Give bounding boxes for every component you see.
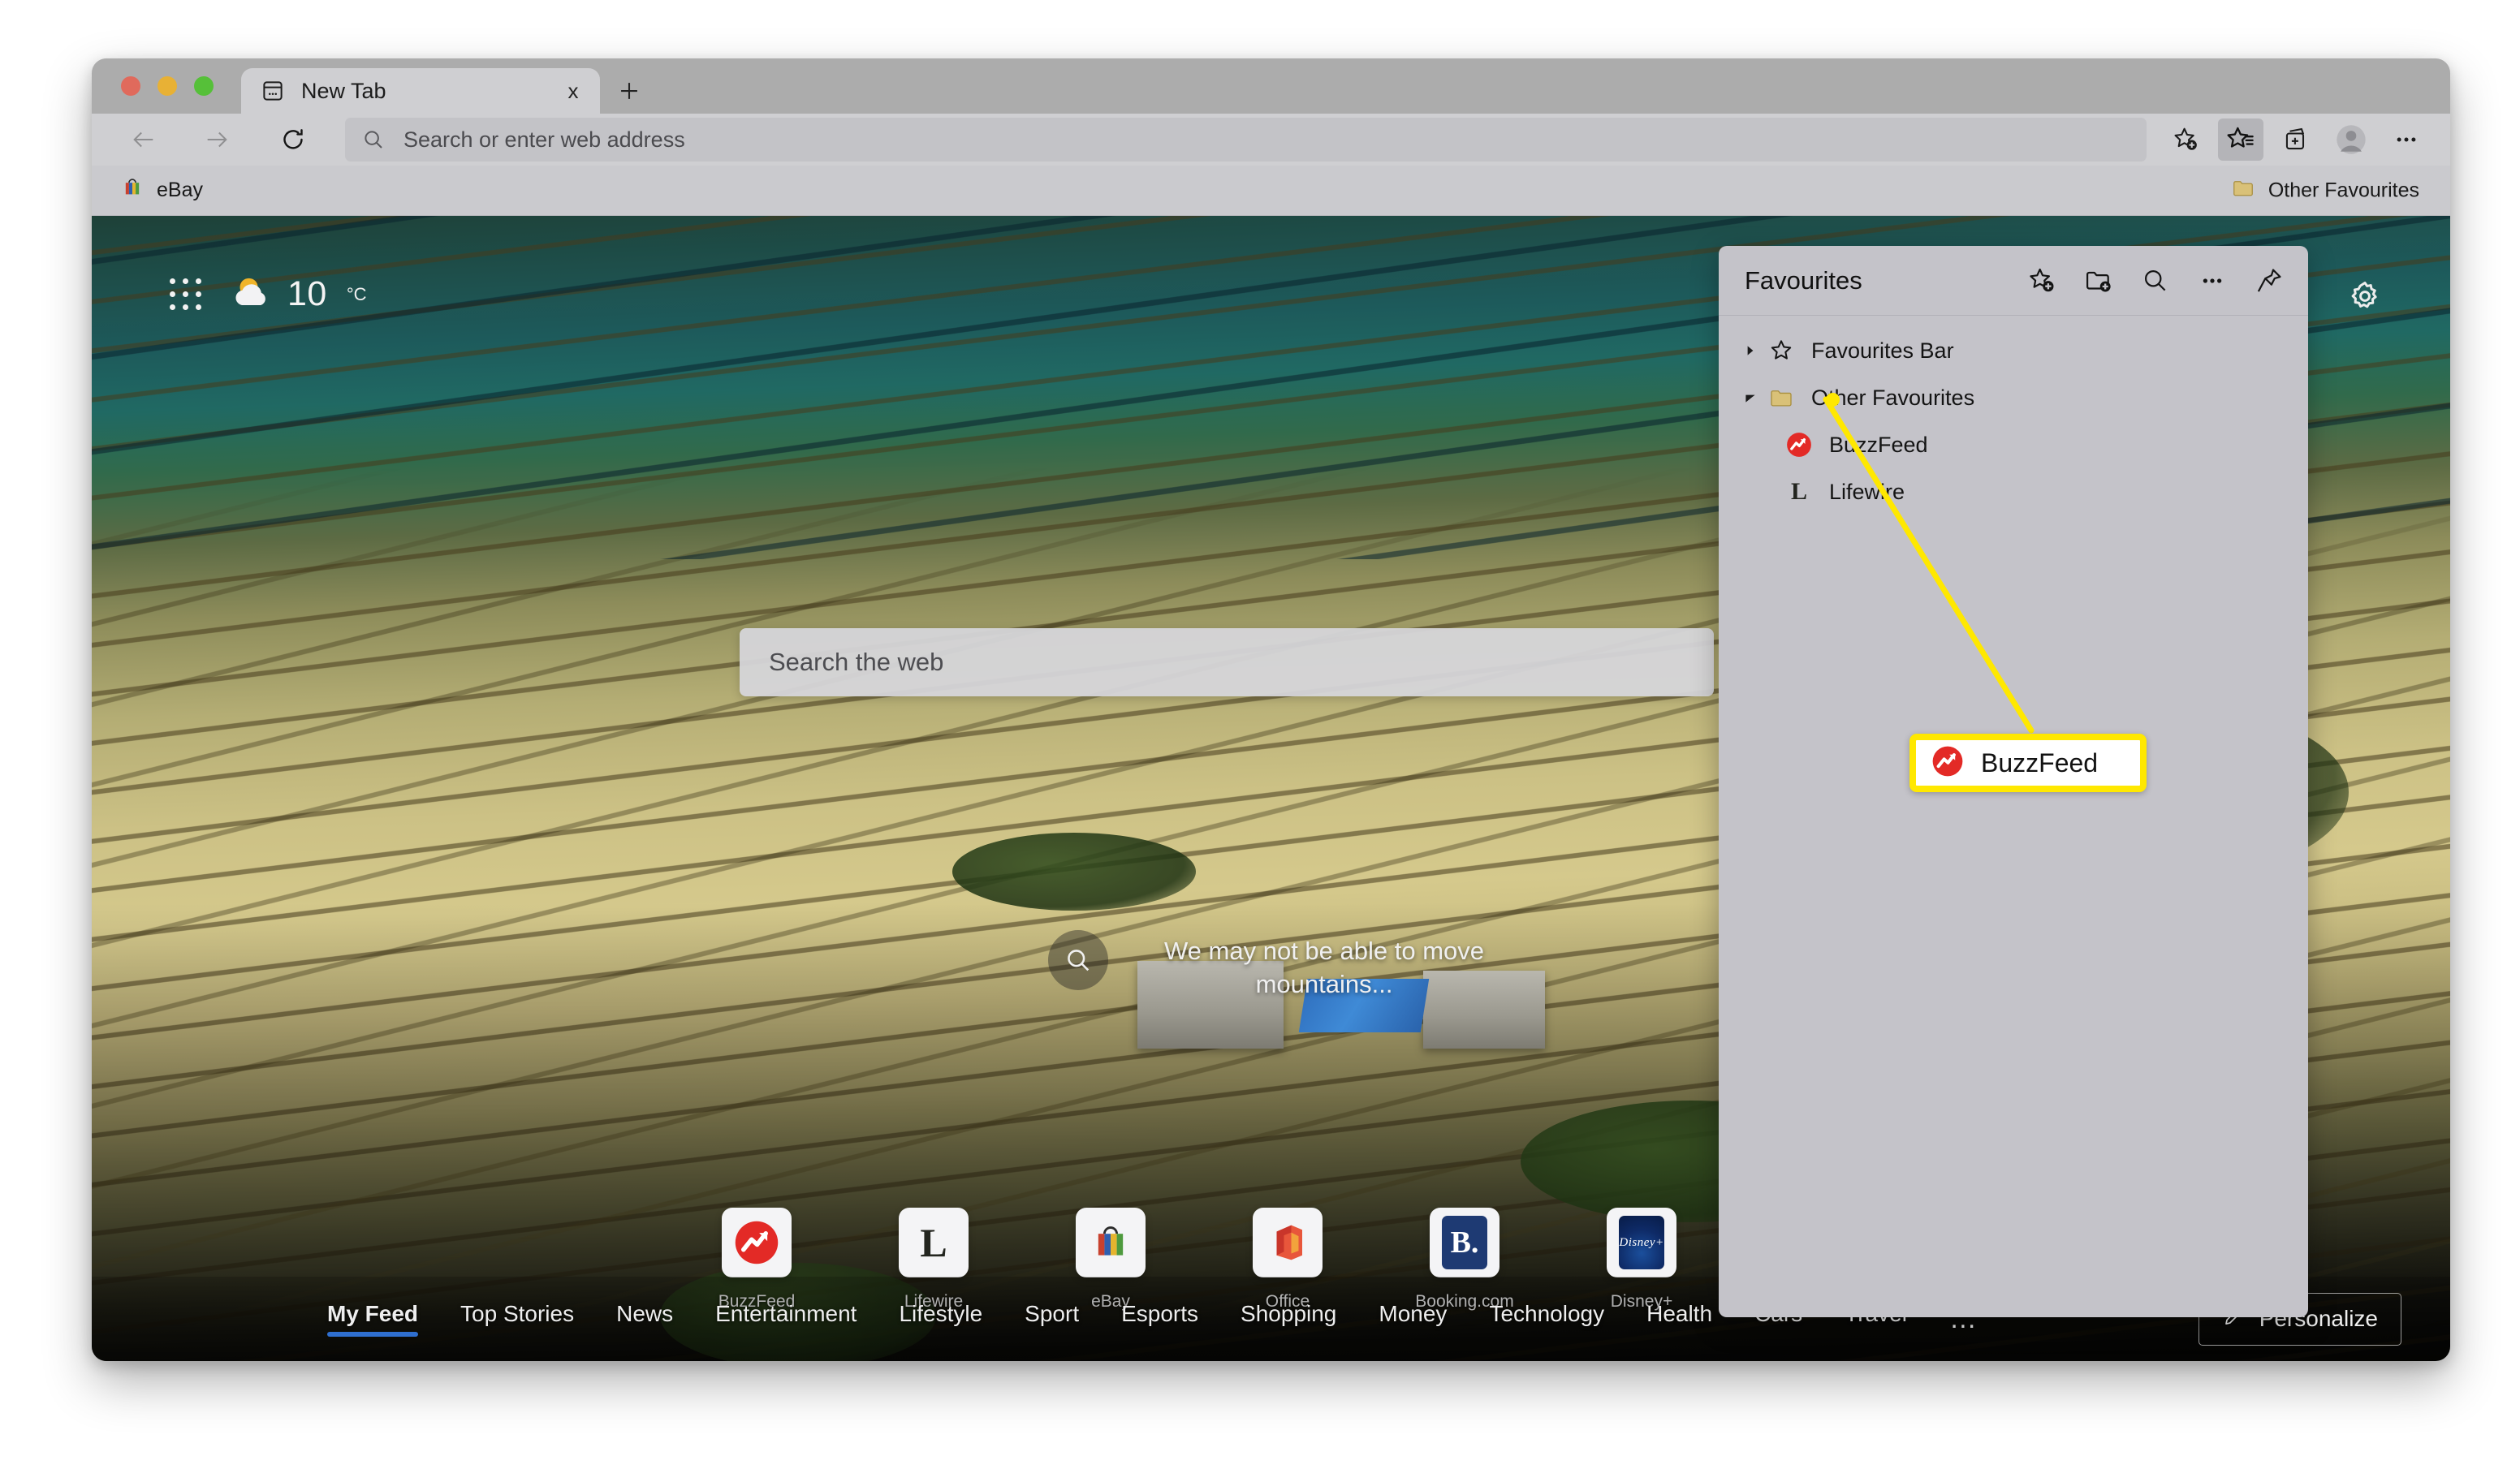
image-search-button[interactable] (1048, 930, 1108, 990)
favourites-tree-item-label: Lifewire (1829, 479, 1905, 504)
favourites-list-icon[interactable] (2218, 118, 2263, 161)
folder-icon (1764, 385, 1798, 411)
feed-tab-money[interactable]: Money (1379, 1301, 1447, 1337)
favourites-tree-item-lifewire[interactable]: L Lifewire (1719, 468, 2308, 515)
favourites-panel-header: Favourites (1719, 246, 2308, 316)
gear-icon[interactable] (2348, 279, 2382, 317)
favourites-panel-title: Favourites (1745, 265, 1862, 295)
bookmark-label: eBay (157, 179, 203, 201)
favourites-tree-item-favourites-bar[interactable]: Favourites Bar (1719, 327, 2308, 374)
feed-tab-technology[interactable]: Technology (1489, 1301, 1604, 1337)
buzzfeed-icon (735, 1221, 779, 1264)
browser-toolbar: Search or enter web address (92, 114, 2450, 166)
favourites-tree-item-buzzfeed[interactable]: BuzzFeed (1719, 421, 2308, 468)
favourites-tree-item-other-favourites[interactable]: Other Favourites (1719, 374, 2308, 421)
quote-line-1: We may not be able to move (1163, 937, 1485, 965)
favourites-tree-item-label: Favourites Bar (1811, 338, 1954, 363)
new-tab-button[interactable] (600, 68, 658, 114)
add-favourite-icon[interactable] (2024, 263, 2060, 299)
feed-tab-my-feed[interactable]: My Feed (327, 1301, 419, 1337)
pin-icon[interactable] (2251, 263, 2287, 299)
feed-tab-health[interactable]: Health (1646, 1301, 1712, 1337)
close-tab-button[interactable]: x (559, 77, 587, 105)
quote-line-2: mountains... (1255, 969, 1393, 998)
feed-tab-lifestyle[interactable]: Lifestyle (899, 1301, 982, 1337)
feed-tab-news[interactable]: News (616, 1301, 673, 1337)
minimize-window-button[interactable] (158, 76, 177, 96)
background-image-quote: We may not be able to move mountains... (1048, 930, 1535, 1002)
office-icon (1276, 1225, 1302, 1260)
forward-arrow-icon[interactable] (194, 118, 239, 161)
weather-unit: °C (346, 283, 367, 304)
partly-cloudy-icon (229, 275, 273, 313)
tile-background: Disney+ (1607, 1208, 1676, 1277)
folder-icon (2231, 175, 2255, 205)
ntp-top-left-widgets: 10 °C (170, 274, 367, 314)
foliage-decoration (952, 833, 1196, 911)
feed-tab-shopping[interactable]: Shopping (1241, 1301, 1336, 1337)
address-bar[interactable]: Search or enter web address (345, 118, 2147, 162)
browser-window: New Tab x Search or enter web address eB… (92, 58, 2450, 1361)
feed-tab-esports[interactable]: Esports (1121, 1301, 1198, 1337)
close-window-button[interactable] (121, 76, 140, 96)
search-icon (361, 127, 386, 152)
favourites-panel: Favourites Favourites Bar Other Favourit… (1719, 246, 2308, 1317)
ntp-search-placeholder: Search the web (769, 648, 944, 676)
collections-icon[interactable] (2273, 118, 2319, 161)
search-icon[interactable] (2138, 263, 2173, 299)
zoom-window-button[interactable] (194, 76, 214, 96)
traffic-light-controls (121, 76, 214, 96)
refresh-icon[interactable] (270, 118, 316, 161)
tile-background: L (899, 1208, 969, 1277)
bookmark-other-favourites[interactable]: Other Favourites (2220, 171, 2431, 209)
feed-tab-entertainment[interactable]: Entertainment (715, 1301, 857, 1337)
tile-background (722, 1208, 792, 1277)
favourites-panel-actions (2024, 263, 2287, 299)
lifewire-icon: L (1790, 478, 1807, 505)
profile-icon[interactable] (2328, 118, 2374, 161)
feed-tab-top-stories[interactable]: Top Stories (460, 1301, 574, 1337)
ebay-bag-icon (121, 176, 144, 205)
bookmark-label: Other Favourites (2268, 179, 2419, 201)
favourites-bar: eBay Other Favourites (92, 166, 2450, 216)
lifewire-icon: L (920, 1220, 947, 1265)
weather-temperature: 10 (287, 274, 327, 313)
tile-background (1253, 1208, 1323, 1277)
newtab-icon (261, 79, 285, 103)
toolbar-right-icons (2163, 118, 2429, 161)
address-bar-placeholder: Search or enter web address (403, 127, 685, 152)
add-favourite-icon[interactable] (2163, 118, 2208, 161)
settings-more-icon[interactable] (2384, 118, 2429, 161)
ebay-bag-icon (1098, 1226, 1124, 1256)
weather-widget[interactable]: 10 °C (229, 274, 367, 314)
tile-background: B. (1430, 1208, 1499, 1277)
ntp-search-input[interactable]: Search the web (740, 628, 1714, 696)
back-arrow-icon[interactable] (121, 118, 166, 161)
star-icon (1764, 338, 1798, 364)
buzzfeed-icon (1782, 431, 1816, 459)
chevron-down-icon[interactable] (1737, 390, 1764, 405)
tab-strip: New Tab x (241, 68, 658, 114)
apps-grid-icon[interactable] (170, 278, 201, 310)
add-folder-icon[interactable] (2081, 263, 2117, 299)
favourites-tree-item-label: Other Favourites (1811, 385, 1975, 410)
tab-new-tab[interactable]: New Tab x (241, 68, 600, 114)
chevron-right-icon[interactable] (1737, 343, 1764, 358)
tile-background (1076, 1208, 1146, 1277)
feed-tab-sport[interactable]: Sport (1025, 1301, 1079, 1337)
favourites-tree-item-label: BuzzFeed (1829, 432, 1928, 457)
favourites-tree: Favourites Bar Other Favourites BuzzFeed… (1719, 316, 2308, 515)
window-titlebar: New Tab x (92, 58, 2450, 114)
bookmark-ebay[interactable]: eBay (110, 172, 214, 209)
more-options-icon[interactable] (2194, 263, 2230, 299)
tab-title: New Tab (301, 78, 386, 103)
booking-icon: B. (1442, 1216, 1487, 1269)
disneyplus-icon: Disney+ (1619, 1216, 1664, 1269)
